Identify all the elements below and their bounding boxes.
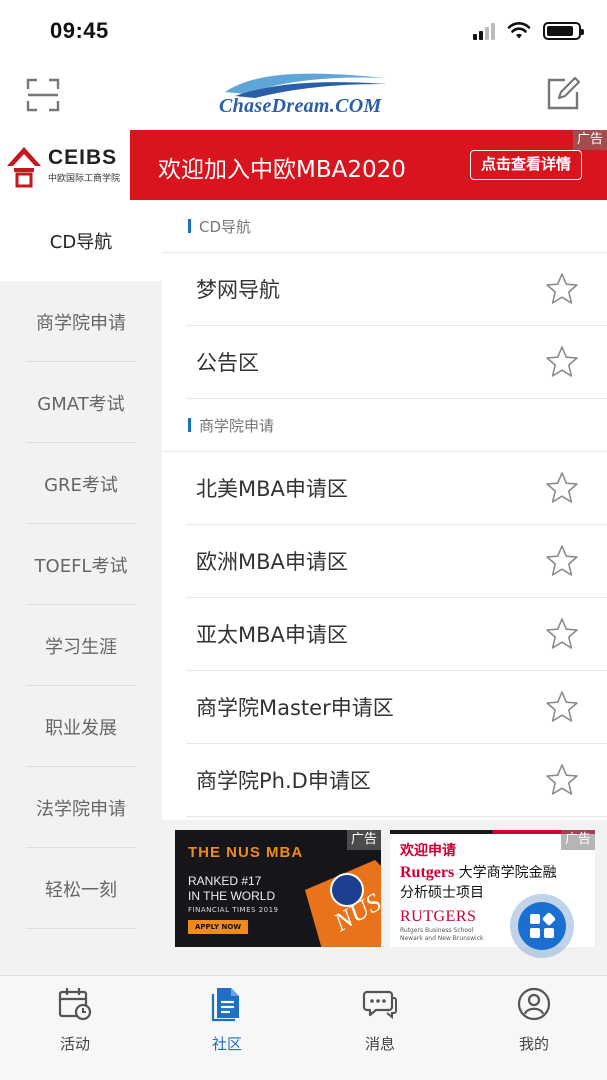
forum-row[interactable]: 公告区	[186, 326, 607, 399]
rutgers-ad-welcome: 欢迎申请	[400, 843, 456, 859]
chasedream-logo[interactable]: ChaseDream.COM	[215, 70, 391, 122]
quick-menu-button[interactable]	[510, 894, 574, 958]
forum-row[interactable]: 梦网导航	[186, 253, 607, 326]
bottom-ads: THE NUS MBA RANKED #17 IN THE WORLD FINA…	[162, 820, 607, 975]
tab-label: 我的	[518, 1035, 549, 1053]
tab-label: 活动	[59, 1035, 90, 1053]
rutgers-ad-line2: 分析硕士项目	[400, 885, 484, 901]
rutgers-logo: RUTGERS	[400, 908, 477, 925]
rutgers-ad-line1: Rutgers 大学商学院金融	[400, 862, 557, 882]
forum-name: 公告区	[196, 351, 259, 375]
favorite-star-icon[interactable]	[545, 763, 579, 797]
nus-ad-source: FINANCIAL TIMES 2019	[188, 906, 279, 914]
document-icon	[209, 986, 245, 1026]
calendar-clock-icon	[57, 986, 93, 1026]
nus-ad-title: THE NUS MBA	[188, 844, 304, 861]
status-icons	[473, 22, 584, 40]
status-bar: 09:45	[0, 0, 607, 64]
ad-label: 广告	[346, 830, 381, 850]
ceibs-logo-box: CEIBS 中欧国际工商学院	[0, 130, 130, 200]
grid-icon	[530, 913, 555, 938]
rutgers-school-name: Rutgers Business School Newark and New B…	[400, 927, 520, 943]
wifi-icon	[507, 22, 531, 39]
forum-row[interactable]: 亚太MBA申请区	[186, 598, 607, 671]
ceibs-logo-icon	[7, 147, 41, 188]
rutgers-ad-line1-rest: 大学商学院金融	[454, 865, 557, 881]
logo-text: ChaseDream.COM	[219, 95, 382, 117]
banner-headline: 欢迎加入中欧MBA2020	[158, 157, 406, 183]
forum-list: CD导航梦网导航公告区商学院申请北美MBA申请区 欧洲MBA申请区 亚太MBA申请区…	[162, 200, 607, 820]
tab-3[interactable]: 我的	[489, 986, 579, 1056]
ceibs-brand-sub: 中欧国际工商学院	[48, 174, 121, 184]
sidebar-item[interactable]: GRE考试	[0, 443, 162, 524]
nus-ad-ranking: RANKED #17 IN THE WORLD	[188, 874, 275, 904]
chat-bubbles-icon	[362, 986, 398, 1026]
scan-icon[interactable]	[26, 78, 60, 112]
tab-0[interactable]: 活动	[30, 986, 120, 1056]
compose-icon[interactable]	[545, 76, 581, 112]
sidebar-item[interactable]: GMAT考试	[0, 362, 162, 443]
favorite-star-icon[interactable]	[545, 471, 579, 505]
sidebar-item[interactable]: 法学院申请	[0, 767, 162, 848]
forum-row[interactable]: 商学院Master申请区	[186, 671, 607, 744]
section-accent-bar	[188, 219, 191, 233]
section-header: 商学院申请	[162, 399, 607, 452]
nus-crest-icon: NUS	[305, 860, 381, 947]
user-icon	[516, 986, 552, 1026]
forum-name: 北美MBA申请区	[196, 477, 348, 501]
nus-mba-ad[interactable]: THE NUS MBA RANKED #17 IN THE WORLD FINA…	[175, 830, 381, 947]
ad-label: 广告	[572, 130, 607, 150]
forum-row[interactable]: 北美MBA申请区	[186, 452, 607, 525]
forum-name: 商学院Ph.D申请区	[196, 769, 371, 793]
section-accent-bar	[188, 418, 191, 432]
sidebar-item[interactable]: 轻松一刻	[0, 848, 162, 929]
section-title: 商学院申请	[199, 416, 275, 435]
favorite-star-icon[interactable]	[545, 544, 579, 578]
ad-label: 广告	[560, 830, 595, 850]
favorite-star-icon[interactable]	[545, 272, 579, 306]
rutgers-school-line1: Rutgers Business School	[400, 927, 474, 934]
forum-name: 梦网导航	[196, 278, 280, 302]
forum-name: 亚太MBA申请区	[196, 623, 348, 647]
tab-label: 消息	[364, 1035, 395, 1053]
sidebar-item[interactable]: 学习生涯	[0, 605, 162, 686]
sidebar-item[interactable]: TOEFL考试	[0, 524, 162, 605]
battery-icon	[543, 22, 584, 40]
ceibs-banner-ad[interactable]: CEIBS 中欧国际工商学院 欢迎加入中欧MBA2020 点击查看详情 广告	[0, 130, 607, 200]
forum-row[interactable]: 商学院Ph.D申请区	[186, 744, 607, 817]
section-header: CD导航	[162, 200, 607, 253]
nus-ad-ranked-line1: RANKED #17	[188, 874, 262, 888]
rutgers-school-line2: Newark and New Brunswick	[400, 935, 484, 942]
forum-name: 商学院Master申请区	[196, 696, 394, 720]
tab-2[interactable]: 消息	[335, 986, 425, 1056]
cellular-signal-icon	[473, 22, 495, 40]
rutgers-ad-brand: Rutgers	[400, 864, 455, 881]
sidebar-item[interactable]: 职业发展	[0, 686, 162, 767]
forum-name: 欧洲MBA申请区	[196, 550, 348, 574]
bottom-tab-bar: 活动 社区 消息 我的	[0, 975, 607, 1080]
category-sidebar: CD导航 商学院申请 GMAT考试 GRE考试 TOEFL考试 学习生涯 职业发展 法学院申请…	[0, 200, 162, 975]
favorite-star-icon[interactable]	[545, 617, 579, 651]
nus-ad-ranked-line2: IN THE WORLD	[188, 889, 276, 903]
banner-cta-button[interactable]: 点击查看详情	[470, 150, 582, 180]
app-header: ChaseDream.COM	[0, 64, 607, 130]
forum-row[interactable]: 欧洲MBA申请区	[186, 525, 607, 598]
tab-label: 社区	[211, 1035, 242, 1053]
nus-apply-button[interactable]: APPLY NOW	[188, 920, 248, 934]
ceibs-brand: CEIBS	[48, 146, 118, 169]
favorite-star-icon[interactable]	[545, 345, 579, 379]
section-title: CD导航	[199, 217, 252, 236]
quick-menu-button-inner	[518, 902, 566, 950]
sidebar-item[interactable]: CD导航	[0, 200, 162, 281]
favorite-star-icon[interactable]	[545, 690, 579, 724]
tab-1[interactable]: 社区	[182, 986, 272, 1056]
status-time: 09:45	[50, 18, 109, 43]
sidebar-item[interactable]: 商学院申请	[0, 281, 162, 362]
